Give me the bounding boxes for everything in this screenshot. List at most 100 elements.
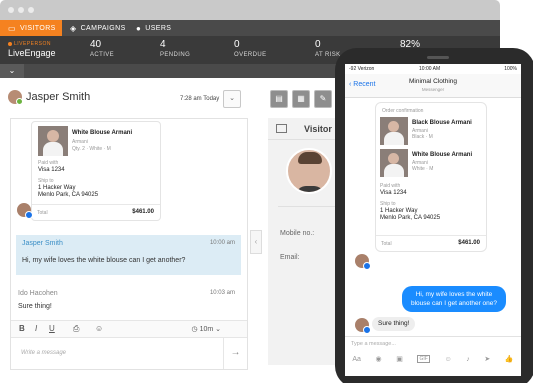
window-titlebar [0, 0, 500, 20]
bold-button[interactable]: B [19, 324, 25, 333]
visitor-name: Jasper Smith [26, 91, 91, 103]
message-sender: Ido Hacohen [18, 290, 58, 297]
stat-at-risk[interactable]: 0 AT RISK [315, 39, 341, 58]
outgoing-message: Hi, my wife loves the white blouse can I… [402, 286, 506, 312]
stat-at-risk-value: 0 [315, 39, 321, 50]
panel-collapse-handle[interactable]: ‹ [250, 230, 262, 254]
product-detail: Qty. 2 · White · M [72, 146, 111, 152]
phone-speaker [427, 56, 449, 59]
tab-users[interactable]: ● USERS [128, 20, 179, 36]
visitor-avatar [8, 90, 23, 105]
item2-detail: White · M [412, 166, 434, 172]
location-icon[interactable]: ➤ [484, 355, 490, 363]
microphone-icon[interactable]: ♪ [466, 356, 470, 363]
chat-header: Jasper Smith [8, 90, 91, 105]
message-time: 10:00 am [209, 240, 235, 246]
stat-pending-label: PENDING [160, 52, 191, 58]
chat-transcript: White Blouse Armani Armani Qty. 2 · Whit… [10, 118, 248, 370]
visitor-info-icon[interactable]: ▤ [270, 90, 288, 108]
total-row: Total $461.00 [376, 235, 486, 251]
top-navigation: ▭ VISITORS ◈ CAMPAIGNS ● USERS [0, 20, 500, 36]
attachment-icon[interactable]: ⎙ [73, 324, 79, 334]
item2-title: White Blouse Armani [412, 152, 473, 158]
order-card: White Blouse Armani Armani Qty. 2 · Whit… [31, 121, 161, 221]
emoji-icon[interactable]: ☺ [444, 356, 451, 363]
messenger-compose[interactable]: Type a message... [345, 336, 521, 350]
mobile-label: Mobile no.: [280, 230, 315, 237]
window-maximize-dot[interactable] [28, 7, 34, 13]
carrier: -92 Verizon [349, 66, 375, 72]
product-title: White Blouse Armani [72, 130, 133, 136]
order-confirmation-card: Order confirmation Black Blouse Armani A… [375, 102, 487, 252]
chat-options-dropdown[interactable]: ⌄ [223, 90, 241, 108]
messenger-nav: ‹ Recent Minimal Clothing Messenger [345, 74, 521, 98]
order-header: Order confirmation [382, 108, 424, 114]
camera-icon[interactable]: ◉ [376, 355, 382, 363]
gif-icon[interactable]: GIF [417, 355, 430, 363]
contact-card-icon[interactable]: ▦ [292, 90, 310, 108]
photo-icon[interactable]: ▣ [396, 355, 403, 363]
stat-active[interactable]: 40 ACTIVE [90, 39, 114, 58]
visitor-photo [286, 148, 332, 194]
total-value: $461.00 [132, 209, 154, 215]
incoming-message: Sure thing! [372, 317, 416, 331]
text-format-icon[interactable]: Aa [352, 356, 361, 363]
chevron-down-icon[interactable]: ⌄ [0, 64, 24, 78]
total-label: Total [37, 210, 48, 216]
conversation-subtitle: Messenger [421, 87, 445, 92]
brand-small: LIVEPERSON [8, 41, 68, 47]
message-text: Hi, my wife loves the white blouse can I… [22, 257, 186, 264]
stat-at-risk-label: AT RISK [315, 52, 341, 58]
message-text: Sure thing! [18, 303, 52, 310]
total-label: Total [381, 241, 392, 247]
user-icon: ● [136, 23, 142, 33]
conversation-title: Minimal Clothing [408, 78, 458, 85]
screen: ▭ VISITORS ◈ CAMPAIGNS ● USERS LIVEPERSO… [0, 0, 533, 383]
item1-title: Black Blouse Armani [412, 120, 472, 126]
ship-line2: Menlo Park, CA 94025 [380, 215, 441, 221]
chat-bubble-icon: ▭ [8, 23, 16, 33]
message-time: 10:03 am [209, 290, 235, 296]
message-composer[interactable]: Write a message → [11, 338, 247, 369]
stat-overdue[interactable]: 0 OVERDUE [234, 39, 266, 58]
status-bar: -92 Verizon 10:00 AM 100% [345, 64, 521, 74]
underline-button[interactable]: U [49, 324, 55, 333]
window-close-dot[interactable] [8, 7, 14, 13]
total-value: $461.00 [458, 240, 480, 246]
timer-control[interactable]: ◷ 10m ⌄ [192, 325, 222, 333]
tab-users-label: USERS [145, 24, 172, 32]
bot-avatar [17, 203, 33, 219]
liveengage-logo: LIVEPERSON LiveEngage [8, 41, 68, 58]
window-minimize-dot[interactable] [18, 7, 24, 13]
paid-value: Visa 1234 [38, 167, 65, 173]
edit-icon[interactable]: ✎ [314, 90, 332, 108]
agent-message: Ido Hacohen 10:03 am Sure thing! [16, 287, 241, 317]
like-icon[interactable]: 👍 [505, 355, 514, 363]
messenger-screen: -92 Verizon 10:00 AM 100% ‹ Recent Minim… [345, 64, 521, 376]
italic-button[interactable]: I [35, 324, 37, 333]
stat-overdue-label: OVERDUE [234, 52, 267, 58]
timer-value: 10m [199, 326, 214, 333]
product-image [38, 126, 68, 156]
phone-device: -92 Verizon 10:00 AM 100% ‹ Recent Minim… [335, 48, 533, 383]
stat-pending-value: 4 [160, 39, 166, 50]
tab-visitors-label: VISITORS [19, 24, 56, 32]
stat-active-value: 40 [90, 39, 102, 50]
ship-line2: Menlo Park, CA 94025 [38, 192, 99, 198]
tab-campaigns[interactable]: ◈ CAMPAIGNS [62, 20, 134, 36]
format-toolbar: B I U ⎙ ☺ ◷ 10m ⌄ [11, 320, 247, 338]
item1-detail: Black · M [412, 134, 433, 140]
clock-icon: ◷ [191, 326, 200, 333]
id-card-icon [276, 124, 287, 133]
brand-large: LiveEngage [8, 48, 56, 58]
status-time: 10:00 AM [419, 66, 441, 72]
stat-pending[interactable]: 4 PENDING [160, 39, 190, 58]
brand-avatar [355, 254, 371, 270]
product-image [380, 149, 408, 177]
emoji-icon[interactable]: ☺ [95, 324, 103, 333]
battery: 100% [504, 66, 517, 72]
total-row: Total $461.00 [32, 204, 160, 220]
email-label: Email: [280, 254, 300, 261]
tab-visitors[interactable]: ▭ VISITORS [0, 20, 62, 36]
send-arrow-icon[interactable]: → [223, 338, 247, 369]
